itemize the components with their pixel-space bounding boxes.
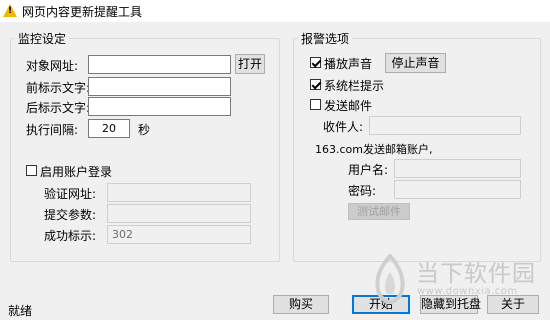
interval-unit-label: 秒 (138, 123, 151, 137)
watermark: 当下软件园 www.downxia.com (372, 252, 535, 310)
watermark-subtext: www.downxia.com (417, 286, 518, 297)
target-url-input[interactable] (88, 55, 231, 74)
recipient-input[interactable] (369, 116, 521, 135)
alarm-options-legend: 报警选项 (298, 30, 353, 47)
suffix-text-input[interactable] (88, 97, 231, 116)
suffix-text-label: 后标示文字: (26, 101, 91, 115)
success-flag-input[interactable]: 302 (107, 225, 251, 244)
watermark-logo-icon (375, 254, 405, 304)
stop-sound-button[interactable]: 停止声音 (385, 53, 446, 73)
title-bar: ! 网页内容更新提醒工具 (0, 0, 550, 23)
account-note: 163.com发送邮箱账户, (315, 143, 433, 156)
play-sound-checkbox[interactable] (310, 57, 321, 68)
interval-label: 执行间隔: (26, 123, 79, 137)
username-label: 用户名: (348, 163, 389, 177)
target-url-label: 对象网址: (26, 59, 79, 73)
tray-tip-checkbox[interactable] (310, 79, 321, 90)
window-title: 网页内容更新提醒工具 (22, 5, 143, 19)
status-text: 就绪 (8, 304, 33, 318)
prefix-text-label: 前标示文字: (26, 81, 91, 95)
verify-url-label: 验证网址: (44, 187, 97, 201)
recipient-label: 收件人: (323, 120, 364, 134)
interval-input[interactable]: 20 (88, 119, 130, 138)
enable-login-label[interactable]: 启用账户登录 (40, 163, 112, 180)
verify-url-input[interactable] (107, 183, 251, 202)
warning-icon: ! (3, 4, 17, 17)
tray-tip-label[interactable]: 系统栏提示 (324, 77, 384, 94)
open-button[interactable]: 打开 (235, 54, 265, 74)
play-sound-label[interactable]: 播放声音 (324, 55, 372, 72)
send-mail-label[interactable]: 发送邮件 (324, 97, 372, 114)
username-input[interactable] (394, 159, 521, 178)
enable-login-checkbox[interactable] (26, 165, 37, 176)
success-flag-label: 成功标示: (44, 229, 97, 243)
password-input[interactable] (394, 180, 521, 199)
submit-params-label: 提交参数: (44, 208, 97, 222)
submit-params-input[interactable] (107, 204, 251, 223)
test-mail-button[interactable]: 测试邮件 (348, 203, 410, 220)
main-client-area: 监控设定 对象网址: 打开 前标示文字: 后标示文字: 执行间隔: 20 秒 启… (0, 22, 550, 320)
buy-button[interactable]: 购买 (273, 295, 329, 314)
prefix-text-input[interactable] (88, 77, 231, 96)
send-mail-checkbox[interactable] (310, 99, 321, 110)
password-label: 密码: (348, 184, 377, 198)
watermark-text: 当下软件园 (416, 261, 536, 287)
monitor-settings-legend: 监控设定 (15, 30, 70, 47)
